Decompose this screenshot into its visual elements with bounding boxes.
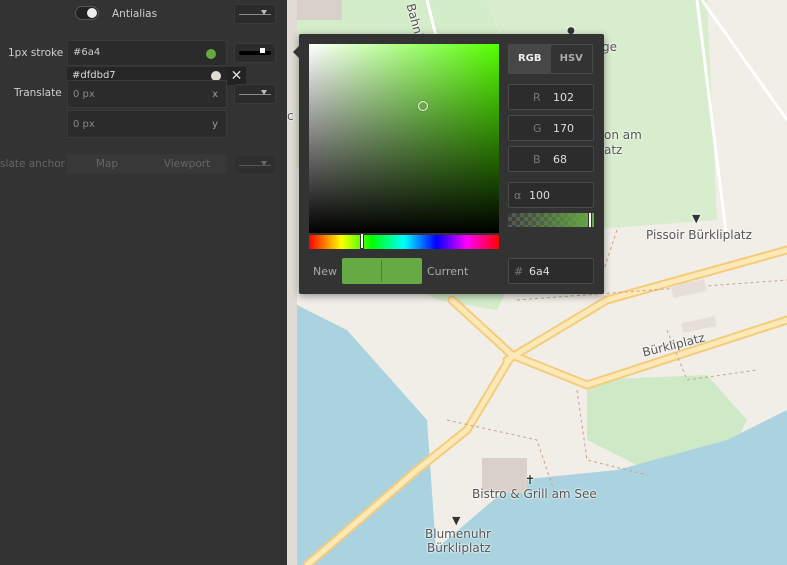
stroke-label: 1px stroke [8, 47, 64, 59]
alpha-input[interactable]: α 100 [508, 182, 594, 208]
translate-label: Translate [14, 87, 62, 99]
style-panel: Antialias 1px stroke #6a4 #dfdbd7 ✕ Tran… [0, 0, 287, 565]
map-pin-icon: ▼ [692, 212, 701, 225]
stroke-color-value: #6a4 [73, 47, 101, 58]
translate-y-input[interactable]: 0 px y [67, 110, 227, 138]
channel-r-key: R [533, 91, 541, 104]
map-label-ge: ge [602, 40, 617, 54]
color-picker-popover: RGB HSV R 102 G 170 B 68 α 100 New Curre… [293, 34, 604, 294]
hex-key: # [514, 265, 524, 278]
current-color-label: Current [427, 265, 469, 278]
translate-y-placeholder: 0 px [73, 119, 95, 130]
translate-x-placeholder: 0 px [73, 89, 95, 100]
translate-x-input[interactable]: 0 px x [67, 80, 227, 108]
anchor-segmented-control: Map Viewport [67, 154, 227, 174]
channel-r-value: 102 [553, 91, 574, 104]
hex-value: 6a4 [529, 265, 550, 278]
hue-knob[interactable] [360, 233, 364, 249]
alpha-knob[interactable] [588, 212, 592, 228]
color-mode-tabs: RGB HSV [508, 44, 593, 74]
map-label-c: c [287, 109, 294, 123]
translate-function-button[interactable] [234, 84, 276, 104]
channel-g-key: G [533, 122, 542, 135]
map-pin-icon: ▼ [452, 514, 461, 527]
alpha-key: α [514, 189, 522, 202]
map-label-pissoir: Pissoir Bürkliplatz [646, 228, 752, 242]
map-label-bistro: Bistro & Grill am See [472, 487, 597, 501]
alpha-value: 100 [529, 189, 550, 202]
stroke-width-preview [239, 51, 271, 55]
channel-b-value: 68 [553, 153, 567, 166]
stroke-swatch [206, 49, 216, 59]
slider-knob [261, 10, 267, 15]
antialias-toggle[interactable] [75, 6, 99, 20]
antialias-label: Antialias [112, 8, 158, 20]
map-label-atz: atz [604, 143, 623, 157]
channel-g-value: 170 [553, 122, 574, 135]
translate-x-unit: x [212, 89, 218, 100]
tab-hsv[interactable]: HSV [551, 45, 593, 73]
anchor-map-button[interactable]: Map [67, 154, 147, 174]
new-current-swatch [342, 258, 422, 284]
stroke-width-function-button[interactable] [234, 43, 276, 63]
channel-b-input[interactable]: B 68 [508, 146, 594, 172]
channel-b-key: B [533, 153, 541, 166]
stroke-width-knob [260, 48, 265, 53]
tab-rgb[interactable]: RGB [509, 45, 551, 73]
close-picker-button[interactable]: ✕ [227, 67, 246, 85]
saturation-value-area[interactable] [309, 44, 499, 233]
stroke-color-field[interactable]: #6a4 [67, 40, 227, 66]
toggle-knob [87, 8, 97, 18]
antialias-function-button[interactable] [234, 4, 276, 24]
alpha-slider[interactable] [508, 212, 594, 228]
hex-input[interactable]: # 6a4 [508, 258, 594, 284]
restaurant-icon: ✝ [525, 473, 536, 487]
close-icon: ✕ [230, 68, 243, 84]
sv-cursor[interactable] [418, 101, 428, 111]
slider-knob [261, 90, 267, 95]
map-label-blumenuhr-sub: Bürkliplatz [427, 541, 491, 555]
slider-knob [261, 161, 267, 166]
map-label-on-am: on am [604, 128, 642, 142]
anchor-function-button[interactable] [234, 155, 276, 175]
new-color-label: New [313, 265, 337, 278]
map-label-blumenuhr: Blumenuhr [425, 527, 491, 541]
hue-slider[interactable] [309, 233, 499, 249]
translate-anchor-label: slate anchor [0, 158, 65, 170]
channel-r-input[interactable]: R 102 [508, 84, 594, 110]
channel-g-input[interactable]: G 170 [508, 115, 594, 141]
anchor-viewport-button[interactable]: Viewport [147, 154, 227, 174]
translate-y-unit: y [212, 119, 218, 130]
